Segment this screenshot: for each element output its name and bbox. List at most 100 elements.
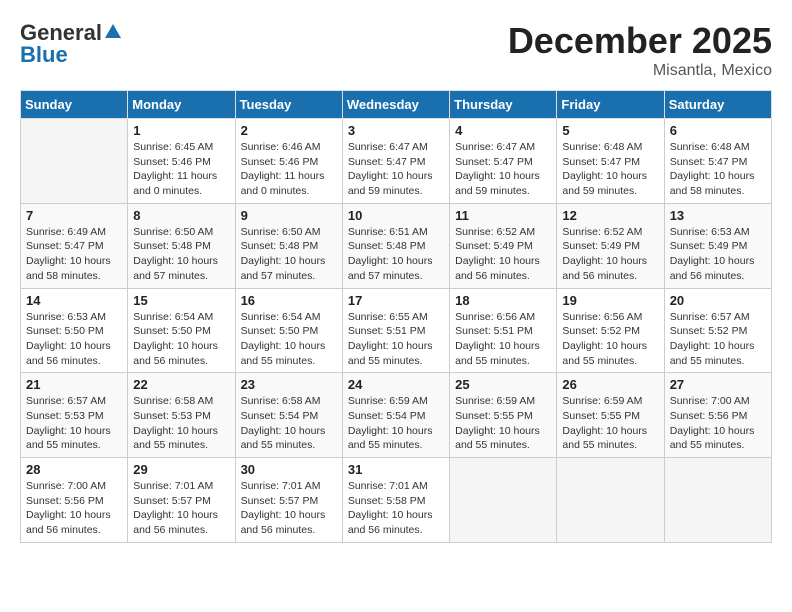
day-info: Sunrise: 6:52 AMSunset: 5:49 PMDaylight:…: [562, 225, 658, 284]
day-number: 9: [241, 208, 337, 223]
day-number: 15: [133, 293, 229, 308]
calendar-cell: 21 Sunrise: 6:57 AMSunset: 5:53 PMDayligh…: [21, 373, 128, 458]
day-info: Sunrise: 6:45 AMSunset: 5:46 PMDaylight:…: [133, 140, 229, 199]
day-number: 29: [133, 462, 229, 477]
calendar-cell: 7 Sunrise: 6:49 AMSunset: 5:47 PMDaylight…: [21, 203, 128, 288]
calendar-cell: 19 Sunrise: 6:56 AMSunset: 5:52 PMDayligh…: [557, 288, 664, 373]
calendar-cell: 2 Sunrise: 6:46 AMSunset: 5:46 PMDaylight…: [235, 119, 342, 204]
calendar-cell: 1 Sunrise: 6:45 AMSunset: 5:46 PMDaylight…: [128, 119, 235, 204]
day-info: Sunrise: 6:51 AMSunset: 5:48 PMDaylight:…: [348, 225, 444, 284]
calendar-table: SundayMondayTuesdayWednesdayThursdayFrid…: [20, 90, 772, 543]
day-number: 18: [455, 293, 551, 308]
day-info: Sunrise: 6:55 AMSunset: 5:51 PMDaylight:…: [348, 310, 444, 369]
calendar-cell: 4 Sunrise: 6:47 AMSunset: 5:47 PMDaylight…: [450, 119, 557, 204]
calendar-cell: 20 Sunrise: 6:57 AMSunset: 5:52 PMDayligh…: [664, 288, 771, 373]
day-info: Sunrise: 6:50 AMSunset: 5:48 PMDaylight:…: [241, 225, 337, 284]
day-of-week-header: Monday: [128, 91, 235, 119]
day-info: Sunrise: 6:57 AMSunset: 5:53 PMDaylight:…: [26, 394, 122, 453]
calendar-cell: 6 Sunrise: 6:48 AMSunset: 5:47 PMDaylight…: [664, 119, 771, 204]
calendar-cell: 11Sunrise: 6:52 AMSunset: 5:49 PMDayligh…: [450, 203, 557, 288]
calendar-cell: 24 Sunrise: 6:59 AMSunset: 5:54 PMDayligh…: [342, 373, 449, 458]
month-title: December 2025: [508, 20, 772, 62]
day-number: 22: [133, 377, 229, 392]
day-number: 14: [26, 293, 122, 308]
day-number: 12: [562, 208, 658, 223]
day-info: Sunrise: 6:59 AMSunset: 5:54 PMDaylight:…: [348, 394, 444, 453]
calendar-cell: 12 Sunrise: 6:52 AMSunset: 5:49 PMDayligh…: [557, 203, 664, 288]
calendar-cell: 28Sunrise: 7:00 AMSunset: 5:56 PMDayligh…: [21, 458, 128, 543]
day-info: Sunrise: 6:50 AMSunset: 5:48 PMDaylight:…: [133, 225, 229, 284]
day-info: Sunrise: 6:53 AMSunset: 5:50 PMDaylight:…: [26, 310, 122, 369]
day-number: 24: [348, 377, 444, 392]
day-info: Sunrise: 6:56 AMSunset: 5:52 PMDaylight:…: [562, 310, 658, 369]
day-number: 4: [455, 123, 551, 138]
day-number: 13: [670, 208, 766, 223]
day-of-week-header: Wednesday: [342, 91, 449, 119]
calendar-cell: 9 Sunrise: 6:50 AMSunset: 5:48 PMDaylight…: [235, 203, 342, 288]
calendar-cell: 8 Sunrise: 6:50 AMSunset: 5:48 PMDaylight…: [128, 203, 235, 288]
calendar-cell: [664, 458, 771, 543]
day-info: Sunrise: 6:59 AMSunset: 5:55 PMDaylight:…: [562, 394, 658, 453]
calendar-week-row: 28Sunrise: 7:00 AMSunset: 5:56 PMDayligh…: [21, 458, 772, 543]
calendar-cell: 17 Sunrise: 6:55 AMSunset: 5:51 PMDayligh…: [342, 288, 449, 373]
day-info: Sunrise: 6:59 AMSunset: 5:55 PMDaylight:…: [455, 394, 551, 453]
logo: General Blue: [20, 20, 122, 68]
day-number: 23: [241, 377, 337, 392]
day-number: 26: [562, 377, 658, 392]
day-number: 6: [670, 123, 766, 138]
day-info: Sunrise: 6:54 AMSunset: 5:50 PMDaylight:…: [133, 310, 229, 369]
day-of-week-header: Saturday: [664, 91, 771, 119]
day-number: 7: [26, 208, 122, 223]
calendar-week-row: 21 Sunrise: 6:57 AMSunset: 5:53 PMDayligh…: [21, 373, 772, 458]
day-info: Sunrise: 7:01 AMSunset: 5:57 PMDaylight:…: [241, 479, 337, 538]
title-block: December 2025 Misantla, Mexico: [508, 20, 772, 80]
day-info: Sunrise: 6:47 AMSunset: 5:47 PMDaylight:…: [455, 140, 551, 199]
day-number: 27: [670, 377, 766, 392]
day-info: Sunrise: 6:57 AMSunset: 5:52 PMDaylight:…: [670, 310, 766, 369]
day-number: 1: [133, 123, 229, 138]
day-of-week-header: Tuesday: [235, 91, 342, 119]
day-number: 21: [26, 377, 122, 392]
calendar-cell: 26 Sunrise: 6:59 AMSunset: 5:55 PMDayligh…: [557, 373, 664, 458]
day-number: 30: [241, 462, 337, 477]
day-info: Sunrise: 6:58 AMSunset: 5:53 PMDaylight:…: [133, 394, 229, 453]
day-of-week-header: Sunday: [21, 91, 128, 119]
calendar-week-row: 7 Sunrise: 6:49 AMSunset: 5:47 PMDaylight…: [21, 203, 772, 288]
day-info: Sunrise: 6:56 AMSunset: 5:51 PMDaylight:…: [455, 310, 551, 369]
calendar-cell: [21, 119, 128, 204]
calendar-cell: [450, 458, 557, 543]
day-number: 2: [241, 123, 337, 138]
day-info: Sunrise: 7:00 AMSunset: 5:56 PMDaylight:…: [26, 479, 122, 538]
calendar-cell: 15 Sunrise: 6:54 AMSunset: 5:50 PMDayligh…: [128, 288, 235, 373]
calendar-cell: 5 Sunrise: 6:48 AMSunset: 5:47 PMDaylight…: [557, 119, 664, 204]
location: Misantla, Mexico: [508, 62, 772, 80]
logo-triangle-icon: [104, 22, 122, 45]
calendar-cell: 25Sunrise: 6:59 AMSunset: 5:55 PMDayligh…: [450, 373, 557, 458]
calendar-week-row: 14 Sunrise: 6:53 AMSunset: 5:50 PMDayligh…: [21, 288, 772, 373]
calendar-cell: 14 Sunrise: 6:53 AMSunset: 5:50 PMDayligh…: [21, 288, 128, 373]
day-number: 17: [348, 293, 444, 308]
day-info: Sunrise: 7:01 AMSunset: 5:57 PMDaylight:…: [133, 479, 229, 538]
day-info: Sunrise: 6:58 AMSunset: 5:54 PMDaylight:…: [241, 394, 337, 453]
logo-blue-text: Blue: [20, 42, 68, 68]
day-info: Sunrise: 6:48 AMSunset: 5:47 PMDaylight:…: [562, 140, 658, 199]
day-info: Sunrise: 6:46 AMSunset: 5:46 PMDaylight:…: [241, 140, 337, 199]
day-number: 20: [670, 293, 766, 308]
day-number: 5: [562, 123, 658, 138]
calendar-cell: 22 Sunrise: 6:58 AMSunset: 5:53 PMDayligh…: [128, 373, 235, 458]
calendar-cell: [557, 458, 664, 543]
day-info: Sunrise: 6:48 AMSunset: 5:47 PMDaylight:…: [670, 140, 766, 199]
day-of-week-header: Thursday: [450, 91, 557, 119]
day-number: 19: [562, 293, 658, 308]
calendar-cell: 23 Sunrise: 6:58 AMSunset: 5:54 PMDayligh…: [235, 373, 342, 458]
page-header: General Blue December 2025 Misantla, Mex…: [20, 20, 772, 80]
day-info: Sunrise: 6:54 AMSunset: 5:50 PMDaylight:…: [241, 310, 337, 369]
calendar-week-row: 1 Sunrise: 6:45 AMSunset: 5:46 PMDaylight…: [21, 119, 772, 204]
calendar-cell: 29 Sunrise: 7:01 AMSunset: 5:57 PMDayligh…: [128, 458, 235, 543]
day-number: 8: [133, 208, 229, 223]
day-info: Sunrise: 6:49 AMSunset: 5:47 PMDaylight:…: [26, 225, 122, 284]
day-info: Sunrise: 7:00 AMSunset: 5:56 PMDaylight:…: [670, 394, 766, 453]
calendar-cell: 16Sunrise: 6:54 AMSunset: 5:50 PMDayligh…: [235, 288, 342, 373]
day-of-week-header: Friday: [557, 91, 664, 119]
calendar-cell: 27 Sunrise: 7:00 AMSunset: 5:56 PMDayligh…: [664, 373, 771, 458]
